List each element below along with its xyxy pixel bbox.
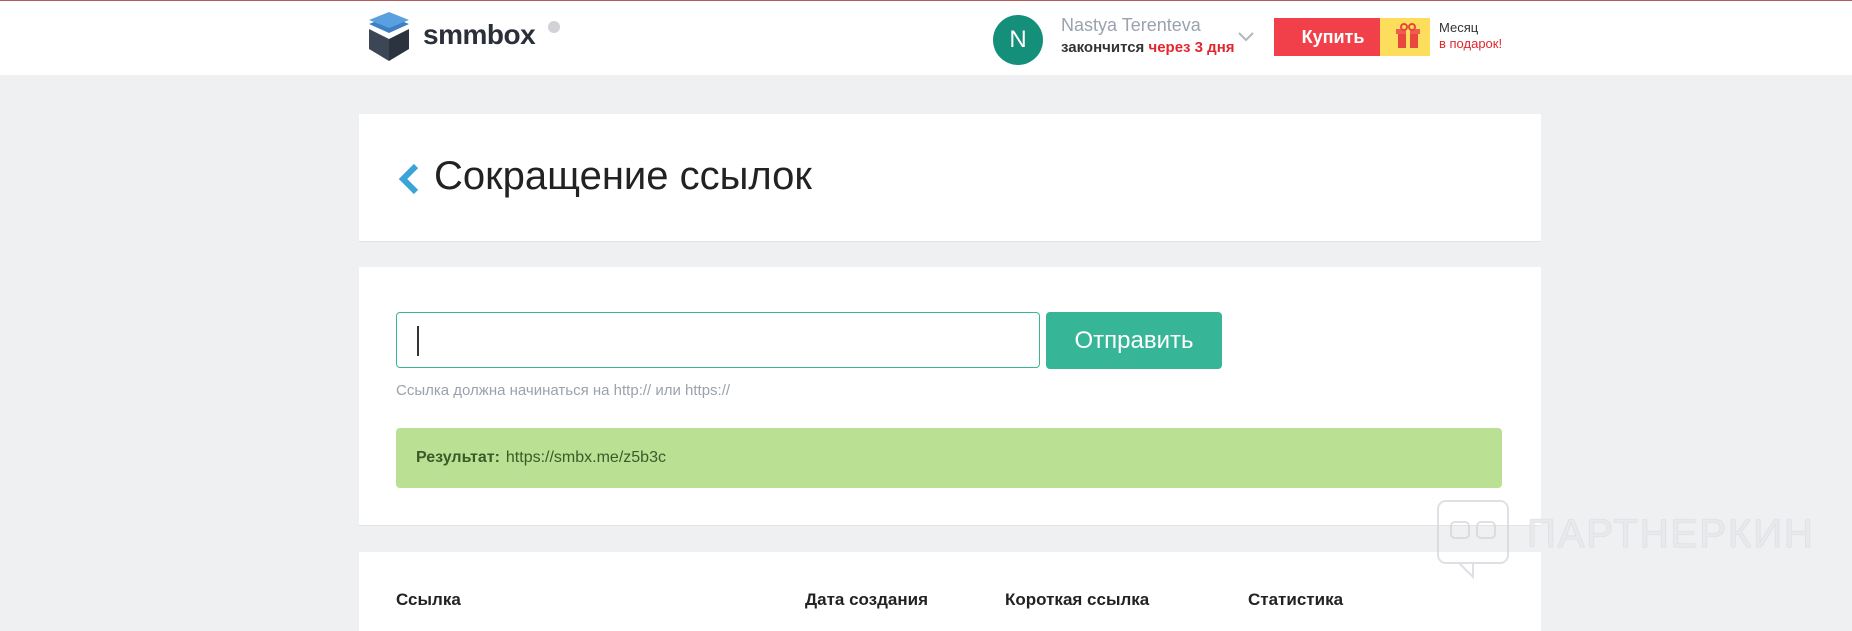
watermark-text: ПАРТНЕРКИН xyxy=(1527,512,1815,556)
result-box: Результат: https://smbx.me/z5b3c xyxy=(396,428,1502,488)
smmbox-logo-icon[interactable] xyxy=(365,11,413,63)
gift-line-1: Месяц xyxy=(1439,20,1479,35)
subscription-expire-text: закончится через 3 дня xyxy=(1061,39,1235,56)
column-header-link[interactable]: Ссылка xyxy=(396,590,461,610)
gift-line-2: в подарок! xyxy=(1439,36,1503,51)
gift-badge[interactable] xyxy=(1380,18,1430,56)
buy-button[interactable]: Купить xyxy=(1274,18,1392,56)
gift-icon xyxy=(1396,23,1420,48)
column-header-created-date[interactable]: Дата создания xyxy=(805,590,928,610)
title-card: Сокращение ссылок xyxy=(359,114,1541,242)
result-label: Результат: xyxy=(416,449,500,466)
status-dot xyxy=(548,21,560,33)
chevron-down-icon[interactable] xyxy=(1237,31,1255,43)
expire-time: через 3 дня xyxy=(1148,39,1235,56)
page-title: Сокращение ссылок xyxy=(434,154,812,198)
text-caret xyxy=(417,326,419,356)
url-hint: Ссылка должна начинаться на http:// или … xyxy=(396,382,731,399)
expire-prefix: закончится xyxy=(1061,39,1145,56)
column-header-statistics[interactable]: Статистика xyxy=(1248,590,1343,610)
links-table-card: Ссылка Дата создания Короткая ссылка Ста… xyxy=(359,552,1541,631)
avatar[interactable]: N xyxy=(993,15,1043,65)
back-chevron-icon[interactable] xyxy=(396,163,422,195)
result-short-url[interactable]: https://smbx.me/z5b3c xyxy=(506,449,666,467)
url-input[interactable] xyxy=(396,312,1040,368)
logo-text[interactable]: smmbox xyxy=(423,19,536,51)
gift-promo-text[interactable]: Месяц в подарок! xyxy=(1439,20,1502,52)
app-header: smmbox N Nastya Terenteva закончится чер… xyxy=(0,1,1852,75)
submit-button[interactable]: Отправить xyxy=(1046,312,1222,369)
column-header-short-link[interactable]: Короткая ссылка xyxy=(1005,590,1149,610)
user-name[interactable]: Nastya Terenteva xyxy=(1061,15,1201,36)
shorten-form-card: Отправить Ссылка должна начинаться на ht… xyxy=(359,267,1541,526)
